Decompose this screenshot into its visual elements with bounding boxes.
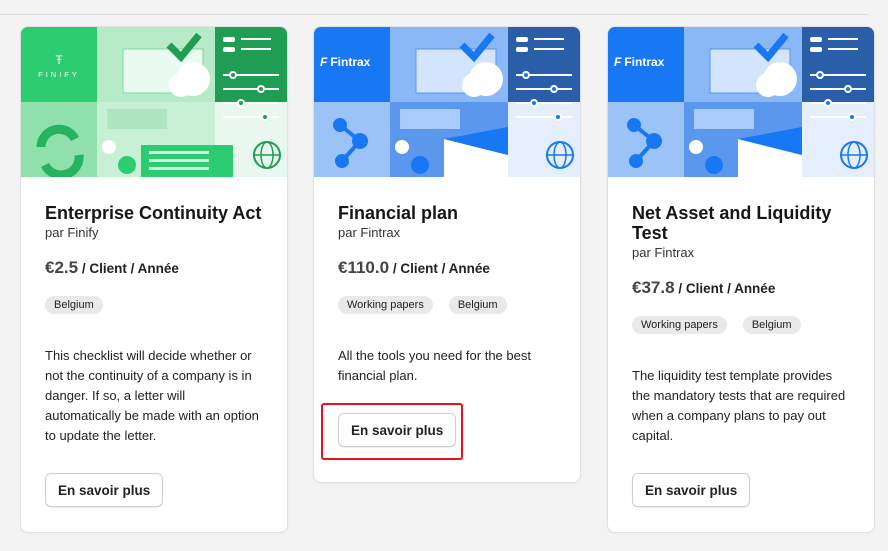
top-divider [0,0,868,15]
product-description: This checklist will decide whether or no… [45,348,259,443]
brand-name: FINIFY [38,70,80,79]
tag-list: Working papers Belgium [338,296,556,314]
fintrax-logo-icon: F [614,55,622,69]
price-unit: / Client / Année [392,261,490,276]
price-amount: €2.5 [45,258,79,277]
product-title: Enterprise Continuity Act [45,203,262,223]
finify-logo-icon: Ŧ [55,53,63,67]
tag-list: Working papers Belgium [632,316,850,334]
tag-badge: Working papers [632,316,727,334]
price-unit: / Client / Année [678,281,776,296]
product-banner: F Fintrax [608,27,874,177]
tag-list: Belgium [45,296,263,314]
tag-badge: Working papers [338,296,433,314]
product-banner: F Fintrax [314,27,580,177]
fintrax-logo-icon: F [320,55,328,69]
product-price: €110.0 / Client / Année [338,258,556,278]
highlight-box [321,403,463,460]
product-description: The liquidity test template provides the… [632,368,846,443]
tag-badge: Belgium [742,316,801,334]
price-amount: €37.8 [632,278,675,297]
brand-name: Fintrax [624,55,665,69]
brand-name: Fintrax [330,55,371,69]
learn-more-button[interactable]: En savoir plus [45,473,164,507]
product-card-net-asset-liquidity[interactable]: F Fintrax Net Asset and Liquidity Test p… [607,26,875,533]
product-publisher: par Fintrax [632,245,695,260]
product-banner: Ŧ FINIFY [21,27,287,177]
product-publisher: par Fintrax [338,225,401,240]
product-title: Net Asset and Liquidity Test [632,203,832,243]
product-card-enterprise-continuity[interactable]: Ŧ FINIFY Enterprise Continuity Act par F… [20,26,288,533]
product-price: €37.8 / Client / Année [632,278,850,298]
product-title: Financial plan [338,203,459,223]
price-amount: €110.0 [338,258,390,277]
product-price: €2.5 / Client / Année [45,258,263,278]
tag-badge: Belgium [448,296,507,314]
learn-more-button[interactable]: En savoir plus [632,473,751,507]
price-unit: / Client / Année [81,261,179,276]
product-publisher: par Finify [45,225,99,240]
product-description: All the tools you need for the best fina… [338,348,531,383]
tag-badge: Belgium [45,296,103,314]
